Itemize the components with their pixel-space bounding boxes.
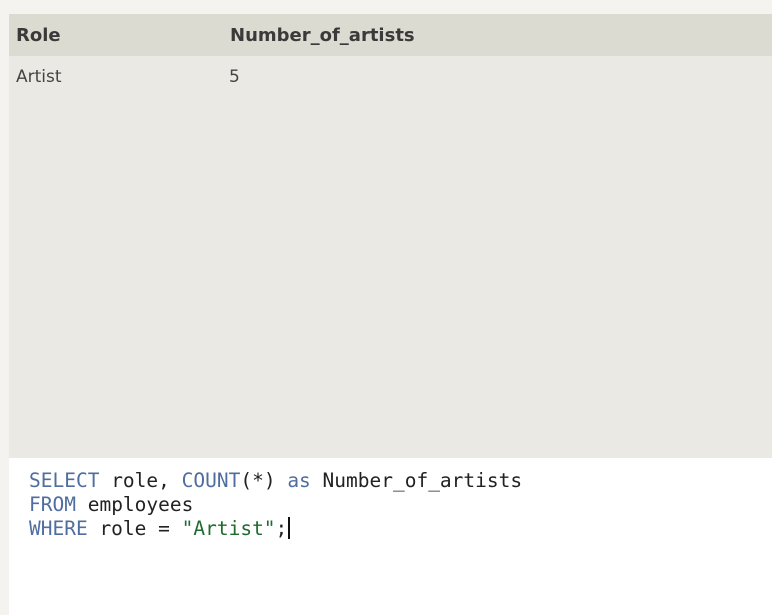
top-strip xyxy=(0,0,772,14)
keyword-count: COUNT xyxy=(181,469,241,492)
keyword-from: FROM xyxy=(29,493,76,516)
keyword-as: as xyxy=(287,469,311,492)
code-text: role, xyxy=(99,469,182,492)
code-line-2[interactable]: FROM employees xyxy=(29,493,193,517)
text-caret xyxy=(288,517,291,539)
results-header-row: Role Number_of_artists xyxy=(9,14,772,56)
sql-editor[interactable]: SELECT role, COUNT(*) as Number_of_artis… xyxy=(9,458,772,615)
cell-role: Artist xyxy=(16,67,62,87)
code-text: ; xyxy=(275,517,288,540)
keyword-where: WHERE xyxy=(29,517,88,540)
code-line-1[interactable]: SELECT role, COUNT(*) as Number_of_artis… xyxy=(29,469,522,493)
code-text: employees xyxy=(75,493,194,516)
keyword-select: SELECT xyxy=(29,469,100,492)
column-header-number-of-artists[interactable]: Number_of_artists xyxy=(230,25,415,46)
string-literal: "Artist" xyxy=(181,517,276,540)
column-header-role[interactable]: Role xyxy=(16,25,61,46)
code-text: Number_of_artists xyxy=(310,469,523,492)
cell-number-of-artists: 5 xyxy=(229,67,240,87)
code-text: role = xyxy=(87,517,182,540)
code-text: (*) xyxy=(240,469,288,492)
code-line-3[interactable]: WHERE role = "Artist"; xyxy=(29,517,291,541)
results-panel: Role Number_of_artists Artist 5 xyxy=(9,14,772,458)
